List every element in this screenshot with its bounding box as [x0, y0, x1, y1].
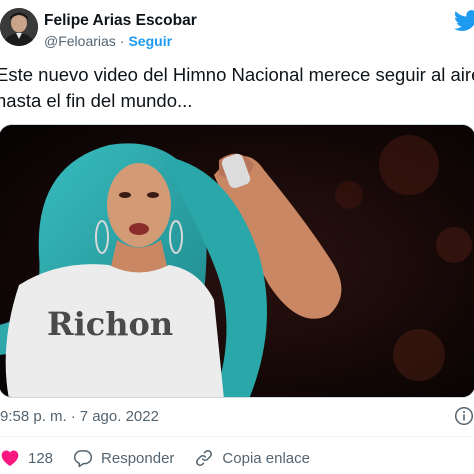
- handle-separator: ·: [119, 33, 125, 49]
- timestamp-separator: ·: [70, 408, 76, 425]
- tweet-date: 7 ago. 2022: [79, 408, 159, 425]
- tweet-video[interactable]: Richon: [0, 124, 474, 398]
- reply-label: Responder: [101, 449, 175, 467]
- author-handle[interactable]: @Feloarias: [44, 33, 116, 49]
- tweet-text-line-1: Este nuevo video del Himno Nacional mere…: [0, 64, 474, 85]
- twitter-bird-icon[interactable]: [454, 10, 474, 32]
- copy-link-label: Copia enlace: [222, 449, 310, 467]
- shirt-print: Richon: [47, 305, 173, 343]
- author-handle-row: @Feloarias · Seguir: [44, 33, 172, 49]
- tweet-text: Este nuevo video del Himno Nacional mere…: [0, 62, 474, 114]
- video-frame: Richon: [0, 125, 474, 397]
- link-icon: [196, 450, 213, 466]
- info-icon[interactable]: [454, 406, 474, 426]
- reply-bubble-icon: [73, 450, 93, 468]
- heart-icon: [1, 450, 19, 466]
- tweet-actions: 128 Responder Copia enlace: [0, 446, 310, 470]
- like-button[interactable]: 128: [0, 448, 53, 468]
- avatar[interactable]: [0, 8, 38, 46]
- follow-button[interactable]: Seguir: [128, 33, 172, 49]
- tweet-time: 9:58 p. m.: [0, 408, 67, 425]
- divider: [0, 436, 474, 437]
- reply-button[interactable]: Responder: [73, 448, 174, 468]
- tweet-card: Felipe Arias Escobar @Feloarias · Seguir E…: [0, 0, 474, 474]
- copy-link-button[interactable]: Copia enlace: [194, 448, 310, 468]
- like-count: 128: [28, 449, 54, 467]
- tweet-timestamp[interactable]: 9:58 p. m. · 7 ago. 2022: [0, 408, 159, 425]
- author-name[interactable]: Felipe Arias Escobar: [44, 12, 197, 30]
- tweet-text-line-2: hasta el fin del mundo...: [0, 90, 193, 111]
